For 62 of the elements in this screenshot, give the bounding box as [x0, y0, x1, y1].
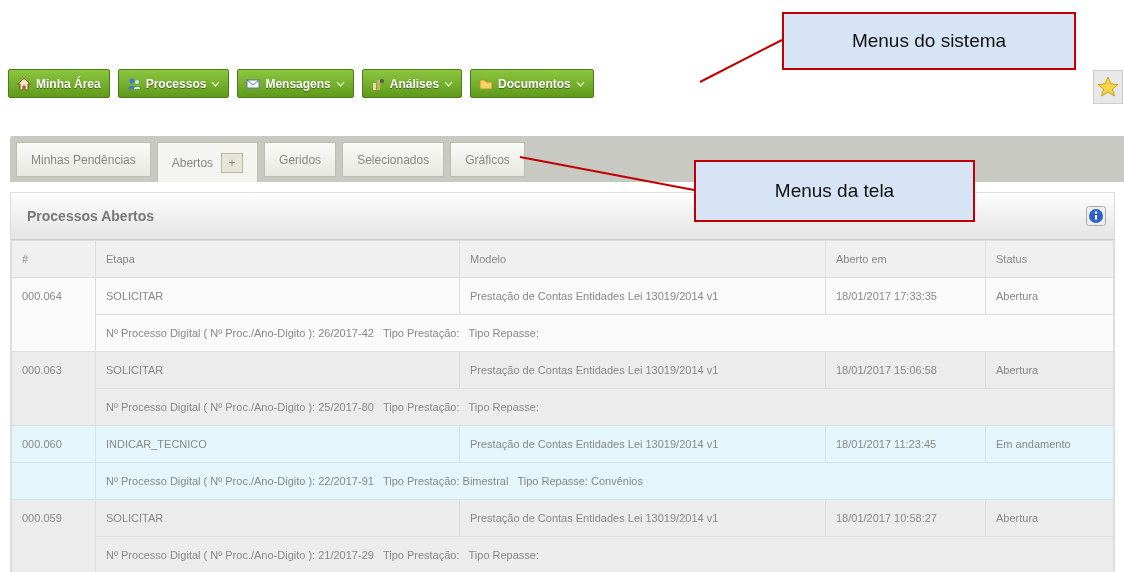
table-cell: Prestação de Contas Entidades Lei 13019/2014 v1 [459, 351, 826, 389]
table-cell: Abertura [985, 499, 1114, 537]
callout-label: Menus do sistema [782, 12, 1076, 70]
panel-title: Processos Abertos [27, 208, 155, 224]
detail-text: Tipo Prestação: [382, 549, 460, 561]
menu-button[interactable]: Mensagens [237, 69, 354, 98]
add-button[interactable]: + [221, 152, 244, 173]
table-cell: SOLICITAR [95, 351, 460, 389]
table-cell: 000.064 [11, 277, 96, 315]
menu-button[interactable]: Análises [361, 69, 463, 98]
table-cell: INDICAR_TECNICO [95, 425, 460, 463]
tab[interactable]: Gráficos [450, 142, 525, 177]
column-header: # [11, 240, 96, 278]
column-header: Aberto em [825, 240, 986, 278]
people-icon [126, 76, 141, 91]
detail-text: Tipo Repasse: [468, 327, 540, 339]
table-cell: 18/01/2017 17:33:35 [825, 277, 986, 315]
detail-text: Tipo Prestação: [382, 327, 460, 339]
table-cell: Prestação de Contas Entidades Lei 13019/2014 v1 [459, 499, 826, 537]
column-header: Modelo [459, 240, 826, 278]
tab[interactable]: Minhas Pendências [16, 142, 151, 177]
menu-button[interactable]: Documentos [470, 69, 594, 98]
table-cell: Prestação de Contas Entidades Lei 13019/2014 v1 [459, 277, 826, 315]
table-cell: Abertura [985, 277, 1114, 315]
menu-button[interactable]: Minha Área [8, 69, 110, 98]
detail-text: Tipo Repasse: [468, 401, 540, 413]
person-chart-icon [370, 76, 385, 91]
table-cell: Prestação de Contas Entidades Lei 13019/2014 v1 [459, 425, 826, 463]
info-icon[interactable] [1086, 206, 1106, 226]
house-icon [17, 76, 31, 91]
table-row[interactable]: 000.059 SOLICITAR Prestação de Contas Entidades Lei 13019/2014 v1 18/01/2017 10:58:27 Abertura [11, 499, 1114, 537]
detail-text: Nº Processo Digital ( Nº Proc./Ano-Digito ): 21/2017-29 [106, 549, 374, 561]
menu-button[interactable]: Processos [117, 69, 230, 98]
tab[interactable]: Selecionados [342, 142, 445, 177]
table-cell: Abertura [985, 351, 1114, 389]
tab[interactable]: Abertos + [156, 142, 259, 182]
detail-text: Tipo Repasse: [468, 549, 540, 561]
tab[interactable]: Geridos [264, 142, 337, 177]
table-cell: 18/01/2017 11:23:45 [825, 425, 986, 463]
detail-text: Tipo Prestação: [382, 401, 460, 413]
table-cell: 000.059 [11, 499, 96, 537]
detail-text: Nº Processo Digital ( Nº Proc./Ano-Digito ): 22/2017-91 [106, 475, 374, 487]
table-cell: SOLICITAR [95, 499, 460, 537]
table-cell: Em andamento [985, 425, 1114, 463]
detail-text: Nº Processo Digital ( Nº Proc./Ano-Digito ): 25/2017-80 [106, 401, 374, 413]
table-row[interactable]: 000.063 SOLICITAR Prestação de Contas Entidades Lei 13019/2014 v1 18/01/2017 15:06:58 Abertura [11, 351, 1114, 389]
column-header: Etapa [95, 240, 460, 278]
star-icon[interactable] [1096, 75, 1120, 99]
table-cell: 18/01/2017 10:58:27 [825, 499, 986, 537]
envelope-icon [246, 76, 261, 91]
table-row[interactable]: 000.060 INDICAR_TECNICO Prestação de Contas Entidades Lei 13019/2014 v1 18/01/2017 11:23:45 Em andamento [11, 425, 1114, 463]
callout-label: Menus da tela [694, 160, 975, 222]
folder-icon [479, 76, 494, 91]
table-cell: 000.060 [11, 425, 96, 463]
column-header: Status [985, 240, 1114, 278]
detail-text: Nº Processo Digital ( Nº Proc./Ano-Digito ): 26/2017-42 [106, 327, 374, 339]
table-cell: 18/01/2017 15:06:58 [825, 351, 986, 389]
detail-text: Tipo Prestação: Bimestral [382, 475, 509, 487]
table-row[interactable]: 000.064 SOLICITAR Prestação de Contas Entidades Lei 13019/2014 v1 18/01/2017 17:33:35 Abertura [11, 277, 1114, 315]
table-cell: SOLICITAR [95, 277, 460, 315]
table-cell: 000.063 [11, 351, 96, 389]
detail-text: Tipo Repasse: Convênios [517, 475, 643, 487]
